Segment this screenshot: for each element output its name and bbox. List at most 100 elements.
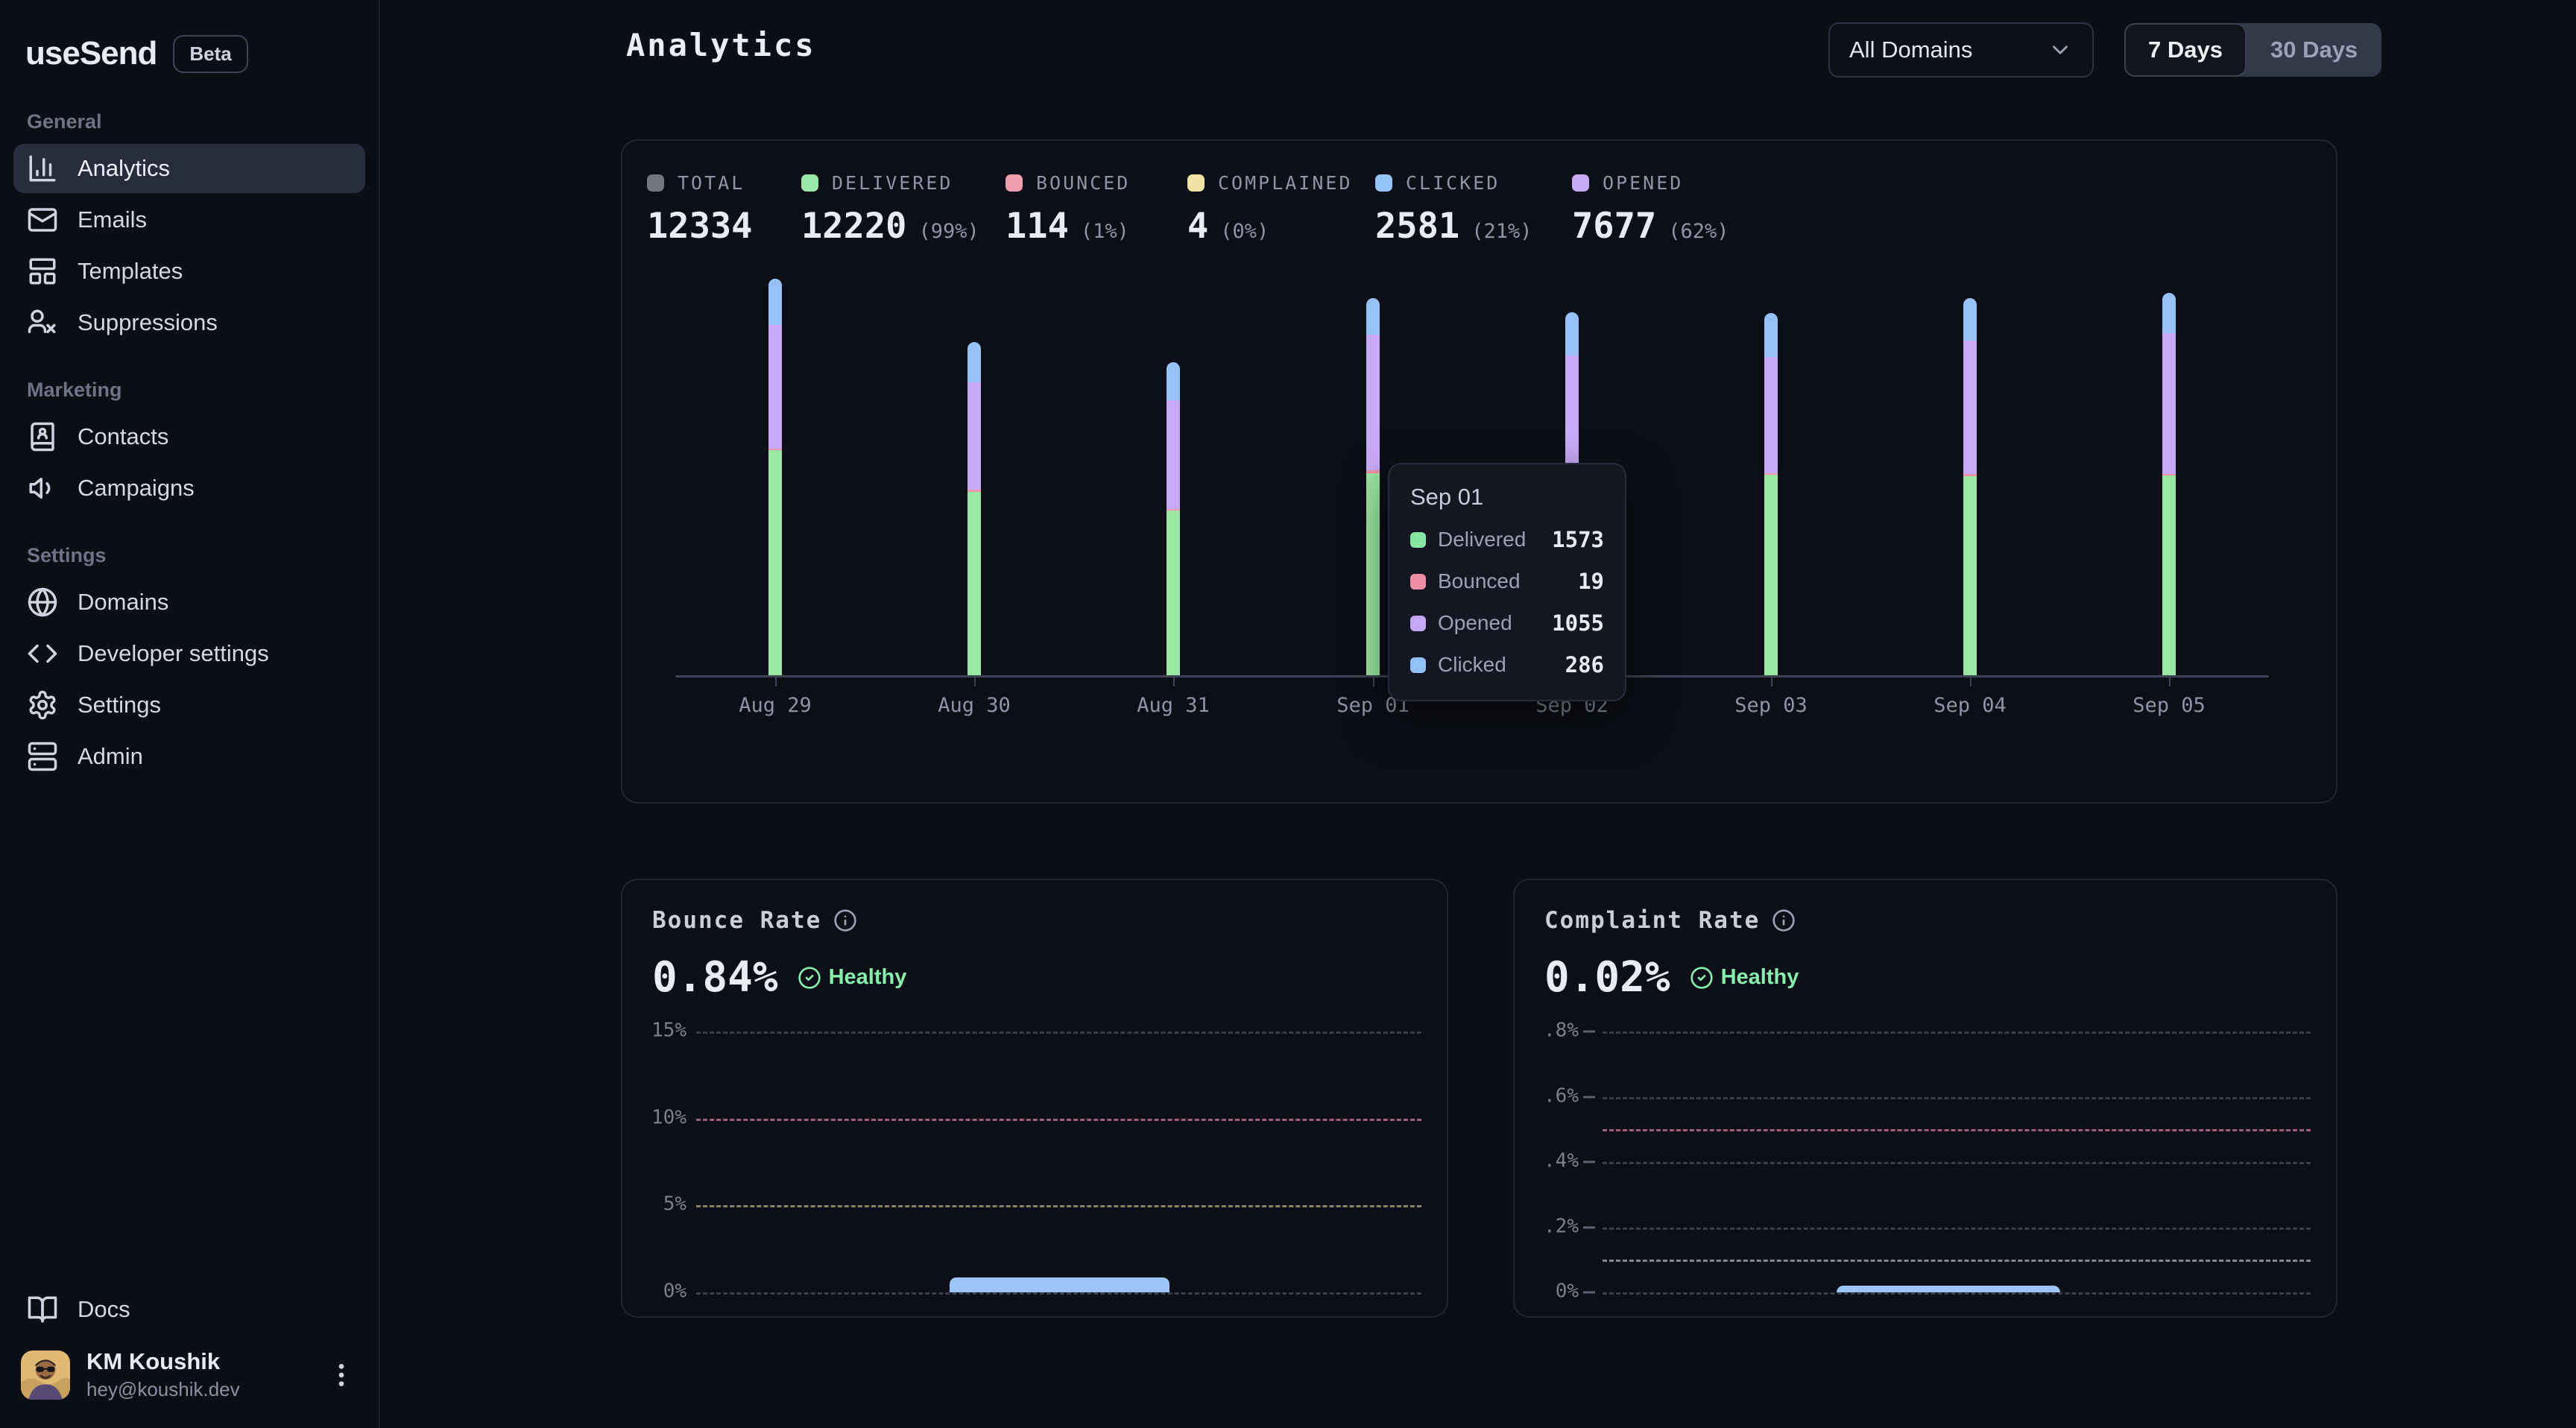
stacked-bar-sep-04[interactable] [1963,298,1977,675]
stat-total: TOTAL12334 [647,172,752,247]
stacked-bar-sep-05[interactable] [2162,293,2176,675]
sidebar-item-docs[interactable]: Docs [13,1285,365,1334]
user-email: hey@koushik.dev [86,1378,240,1401]
domain-filter-value: All Domains [1849,37,1972,63]
sidebar-item-settings[interactable]: Settings [13,680,365,730]
sidebar-item-domains[interactable]: Domains [13,578,365,627]
stacked-bar-sep-01[interactable] [1366,298,1380,675]
threshold-line [1603,1260,2311,1262]
bar-segment-opened [1764,357,1778,473]
y-axis-label: .4% [1515,1150,1579,1172]
gridline-5pct [696,1205,1421,1207]
tooltip-row-opened: Opened1055 [1410,610,1604,636]
bar-segment-opened [768,325,782,449]
bounce-rate-bar[interactable] [950,1277,1169,1292]
y-axis-label: 0% [1515,1280,1579,1303]
complaint-rate-bar[interactable] [1837,1286,2060,1292]
sidebar-item-contacts[interactable]: Contacts [13,412,365,461]
stat-complained: COMPLAINED4(0%) [1187,172,1353,247]
stat-dot [1187,174,1205,192]
y-axis-tick [1583,1292,1595,1294]
sidebar-item-label: Suppressions [78,309,218,336]
domain-filter-select[interactable]: All Domains [1828,22,2094,78]
tooltip-value: 286 [1565,652,1604,677]
bar-segment-opened [967,382,981,490]
bounce-status-badge: Healthy [798,965,907,990]
gridline-0pct [1603,1292,2311,1295]
sidebar-item-label: Developer settings [78,640,269,667]
stat-label: CLICKED [1406,172,1500,194]
y-axis-label: 0% [622,1280,686,1303]
sidebar-bottom: Docs KM Koushik hey@koushik.dev [13,1283,365,1406]
sidebar-item-label: Emails [78,206,147,233]
complaint-rate-value: 0.02% [1544,953,1670,1002]
stat-value: 114 [1006,206,1069,247]
bounce-status-label: Healthy [829,965,907,990]
bounce-rate-title: Bounce Rate [652,907,821,934]
x-axis-tick [974,677,976,686]
book-open-icon [27,1294,58,1325]
stat-label: BOUNCED [1036,172,1130,194]
complaint-rate-value-row: 0.02% Healthy [1515,934,2336,1002]
bar-segment-delivered [2162,476,2176,674]
info-icon[interactable] [1772,909,1796,932]
sidebar-item-campaigns[interactable]: Campaigns [13,464,365,513]
user-row[interactable]: KM Koushik hey@koushik.dev [13,1336,365,1406]
sidebar-item-emails[interactable]: Emails [13,195,365,244]
sidebar-item-label: Analytics [78,155,170,182]
sidebar-item-suppressions[interactable]: Suppressions [13,298,365,347]
sidebar-item-analytics[interactable]: Analytics [13,144,365,193]
app-root: { "app": {"name": "useSend", "badge": "B… [0,0,2576,1428]
tooltip-value: 1573 [1552,527,1604,552]
bar-segment-delivered [1366,473,1380,675]
stat-label: OPENED [1603,172,1683,194]
stat-dot [801,174,818,192]
section-label-marketing: Marketing [27,379,352,402]
bar-segment-clicked [1963,298,1977,341]
stacked-bar-aug-29[interactable] [768,279,782,675]
bar-segment-delivered [768,450,782,675]
globe-icon [27,587,58,618]
bar-segment-clicked [1366,298,1380,335]
gridline-10pct [696,1119,1421,1121]
user-name: KM Koushik [86,1348,240,1375]
page-title: Analytics [626,27,816,63]
complaint-status-badge: Healthy [1690,965,1799,990]
bounce-rate-value-row: 0.84% Healthy [622,934,1447,1002]
stat-value: 7677 [1572,206,1656,247]
mail-icon [27,204,58,236]
bar-segment-delivered [1963,476,1977,675]
check-circle-icon [1690,966,1714,990]
check-circle-icon [798,966,821,990]
bar-segment-clicked [1167,362,1180,400]
sidebar-item-label: Domains [78,589,168,616]
layout-template-icon [27,256,58,287]
tooltip-swatch [1410,532,1426,548]
user-menu-button[interactable] [325,1359,358,1391]
range-30-days[interactable]: 30 Days [2247,23,2381,77]
tooltip-label: Bounced [1438,569,1521,593]
stat-dot [1572,174,1589,192]
bar-segment-clicked [768,279,782,325]
tooltip-label: Opened [1438,611,1512,635]
x-axis-tick [1373,677,1374,686]
sidebar-item-templates[interactable]: Templates [13,247,365,296]
beta-badge: Beta [173,35,247,73]
sidebar-item-admin[interactable]: Admin [13,732,365,781]
tooltip-swatch [1410,657,1426,673]
tooltip-swatch [1410,574,1426,590]
tooltip-row-bounced: Bounced 19 [1410,569,1604,594]
sidebar-item-label: Admin [78,743,143,770]
range-7-days[interactable]: 7 Days [2124,23,2247,77]
chevron-down-icon [2048,37,2073,63]
stacked-bar-sep-03[interactable] [1764,313,1778,675]
sidebar-item-developer-settings[interactable]: Developer settings [13,629,365,678]
stacked-bar-aug-31[interactable] [1167,362,1180,675]
avatar [21,1350,70,1400]
stacked-bar-aug-30[interactable] [967,342,981,675]
tooltip-value: 19 [1578,569,1604,594]
bar-segment-opened [1565,356,1579,477]
stat-dot [1375,174,1392,192]
info-icon[interactable] [833,909,857,932]
bar-segment-delivered [1167,511,1180,675]
